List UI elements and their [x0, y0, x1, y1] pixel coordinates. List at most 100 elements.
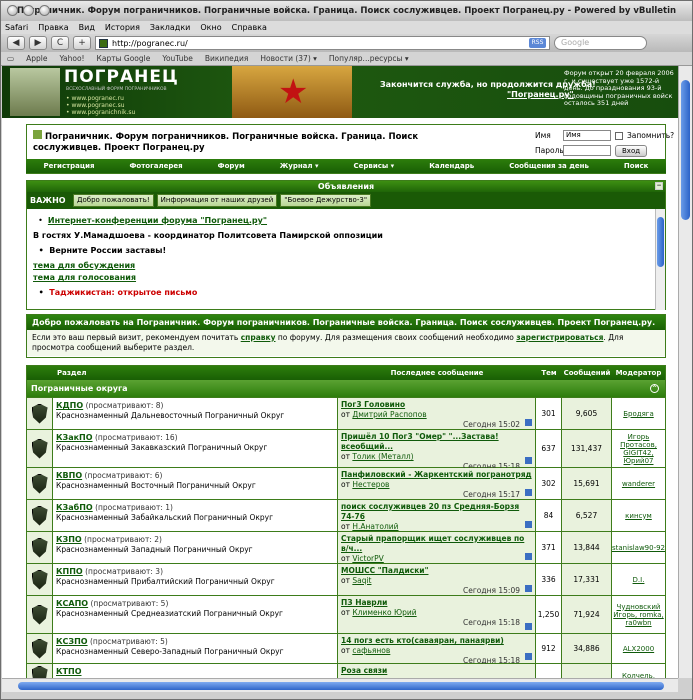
password-field[interactable] — [563, 145, 611, 156]
go-to-post-icon[interactable] — [525, 653, 532, 660]
menu-view[interactable]: Вид — [79, 21, 95, 34]
go-to-post-icon[interactable] — [525, 521, 532, 528]
login-button[interactable]: Вход — [615, 144, 648, 157]
tab-combat-duty[interactable]: "Боевое Дежурство-3" — [280, 194, 372, 207]
moderator-link[interactable]: Игорь Протасов, GIGIT42, Юрий07 — [612, 430, 665, 467]
add-bookmark-button[interactable]: + — [73, 36, 91, 50]
forum-link[interactable]: КЗабПО — [56, 503, 93, 512]
author-link[interactable]: VictorPV — [352, 554, 383, 563]
vertical-scrollbar[interactable] — [678, 66, 692, 678]
minimize-icon[interactable] — [23, 5, 34, 16]
scroll-thumb[interactable] — [681, 80, 690, 220]
forum-link[interactable]: КТПО — [56, 667, 82, 676]
menu-safari[interactable]: Safari — [5, 21, 28, 34]
close-icon[interactable] — [7, 5, 18, 16]
tab-friends-info[interactable]: Информация от наших друзей — [156, 194, 278, 207]
nav-today-posts[interactable]: Сообщения за день — [509, 162, 589, 170]
help-link[interactable]: справку — [241, 333, 276, 342]
author-link[interactable]: Клименко Юрий — [352, 608, 416, 617]
menu-history[interactable]: История — [105, 21, 140, 34]
last-post-link[interactable]: Роза связи — [341, 666, 532, 676]
zoom-icon[interactable] — [39, 5, 50, 16]
author-link[interactable]: Saqit — [352, 576, 371, 585]
nav-search[interactable]: Поиск — [624, 162, 648, 170]
nav-journal[interactable]: Журнал ▾ — [280, 162, 319, 170]
username-field[interactable]: Имя — [563, 130, 611, 141]
announcement-scrollbar[interactable] — [655, 209, 665, 310]
last-post-link[interactable]: 14 погз есть кто(саваяран, панаярви) — [341, 636, 532, 646]
bookmark-wikipedia[interactable]: Википедия — [205, 52, 249, 65]
bookmark-yahoo[interactable]: Yahoo! — [59, 52, 84, 65]
poll-link[interactable]: тема для голосования — [33, 272, 659, 284]
last-post-link[interactable]: Пришёл 10 Пог3 "Омер" "...Застава! всеоб… — [341, 432, 532, 452]
site-link[interactable]: • www.pogranichnik.su — [66, 109, 135, 116]
nav-gallery[interactable]: Фотогалерея — [129, 162, 182, 170]
moderator-link[interactable]: D.I. — [612, 564, 665, 595]
forum-link[interactable]: КДПО — [56, 401, 83, 410]
last-post-link[interactable]: МОШСС "Палдиски" — [341, 566, 532, 576]
author-link[interactable]: Нестеров — [352, 480, 389, 489]
last-post-link[interactable]: Панфиловский - Жаркентский погранотряд — [341, 470, 532, 480]
author-link[interactable]: сафьянов — [352, 646, 390, 655]
last-post-link[interactable]: ПЗ Наврли — [341, 598, 532, 608]
forward-button[interactable]: ▶ — [29, 36, 47, 50]
search-input[interactable]: Google — [554, 36, 647, 50]
site-link[interactable]: • www.pogranec.su — [66, 102, 135, 109]
nav-calendar[interactable]: Календарь — [429, 162, 474, 170]
author-link[interactable]: Толик (Металл) — [352, 452, 413, 461]
nav-services[interactable]: Сервисы ▾ — [354, 162, 395, 170]
menu-window[interactable]: Окно — [200, 21, 221, 34]
forum-link[interactable]: КЗПО — [56, 535, 82, 544]
bookmark-popular[interactable]: Популяр...ресурсы ▾ — [329, 52, 409, 65]
go-to-post-icon[interactable] — [525, 585, 532, 592]
conference-link[interactable]: Интернет-конференции форума "Погранец.ру… — [48, 216, 267, 225]
forum-link[interactable]: КВПО — [56, 471, 82, 480]
author-link[interactable]: Н.Анатолий — [352, 522, 398, 531]
last-post-link[interactable]: Пог3 Головино — [341, 400, 532, 410]
go-to-post-icon[interactable] — [525, 457, 532, 464]
site-link[interactable]: • www.pogranec.ru — [66, 95, 135, 102]
go-to-post-icon[interactable] — [525, 489, 532, 496]
site-logo[interactable]: ПОГРАНЕЦ — [64, 67, 179, 87]
bookmark-icon[interactable]: ▭ — [7, 52, 14, 65]
moderator-link[interactable]: stanislaw90-92 — [612, 532, 665, 563]
bookmark-news[interactable]: Новости (37) ▾ — [260, 52, 317, 65]
menu-edit[interactable]: Правка — [38, 21, 68, 34]
forum-link[interactable]: КСЗПО — [56, 637, 88, 646]
bookmark-apple[interactable]: Apple — [26, 52, 47, 65]
tab-important[interactable]: ВАЖНО — [30, 196, 70, 205]
moderator-link[interactable]: ALX2000 — [612, 634, 665, 663]
moderator-link[interactable]: кинсум — [612, 500, 665, 531]
horizontal-scrollbar[interactable] — [2, 678, 678, 692]
bookmark-google-maps[interactable]: Карты Google — [97, 52, 151, 65]
tab-welcome[interactable]: Добро пожаловать! — [73, 194, 154, 207]
go-to-post-icon[interactable] — [525, 419, 532, 426]
nav-forum[interactable]: Форум — [218, 162, 245, 170]
forum-link[interactable]: КСАПО — [56, 599, 88, 608]
reload-button[interactable]: C — [51, 36, 69, 50]
remember-checkbox[interactable] — [615, 131, 623, 140]
category-title[interactable]: Пограничные округа — [31, 384, 128, 393]
last-post-link[interactable]: Старый прапорщик ищет сослуживцев по в/ч… — [341, 534, 532, 554]
moderator-link[interactable]: wanderer — [612, 468, 665, 499]
moderator-link[interactable]: Чудновский Игорь, romka, ra0wbn — [612, 596, 665, 633]
scroll-thumb[interactable] — [18, 682, 664, 690]
back-button[interactable]: ◀ — [7, 36, 25, 50]
rss-button[interactable]: RSS — [529, 38, 546, 48]
scroll-thumb[interactable] — [657, 217, 664, 267]
collapse-icon[interactable]: − — [655, 182, 663, 190]
forum-link[interactable]: КППО — [56, 567, 83, 576]
menu-help[interactable]: Справка — [232, 21, 267, 34]
forum-link[interactable]: КЗакПО — [56, 433, 93, 442]
go-to-post-icon[interactable] — [525, 553, 532, 560]
moderator-link[interactable]: Бродяга — [612, 398, 665, 429]
nav-register[interactable]: Регистрация — [44, 162, 95, 170]
menu-bookmarks[interactable]: Закладки — [150, 21, 190, 34]
register-link[interactable]: зарегистрироваться — [516, 333, 603, 342]
address-bar[interactable]: http://pogranec.ru/ RSS — [95, 36, 550, 50]
author-link[interactable]: Дмитрий Распопов — [352, 410, 426, 419]
go-to-post-icon[interactable] — [525, 623, 532, 630]
discussion-link[interactable]: тема для обсуждения — [33, 260, 659, 272]
collapse-icon[interactable]: ^ — [650, 384, 659, 393]
bookmark-youtube[interactable]: YouTube — [162, 52, 193, 65]
